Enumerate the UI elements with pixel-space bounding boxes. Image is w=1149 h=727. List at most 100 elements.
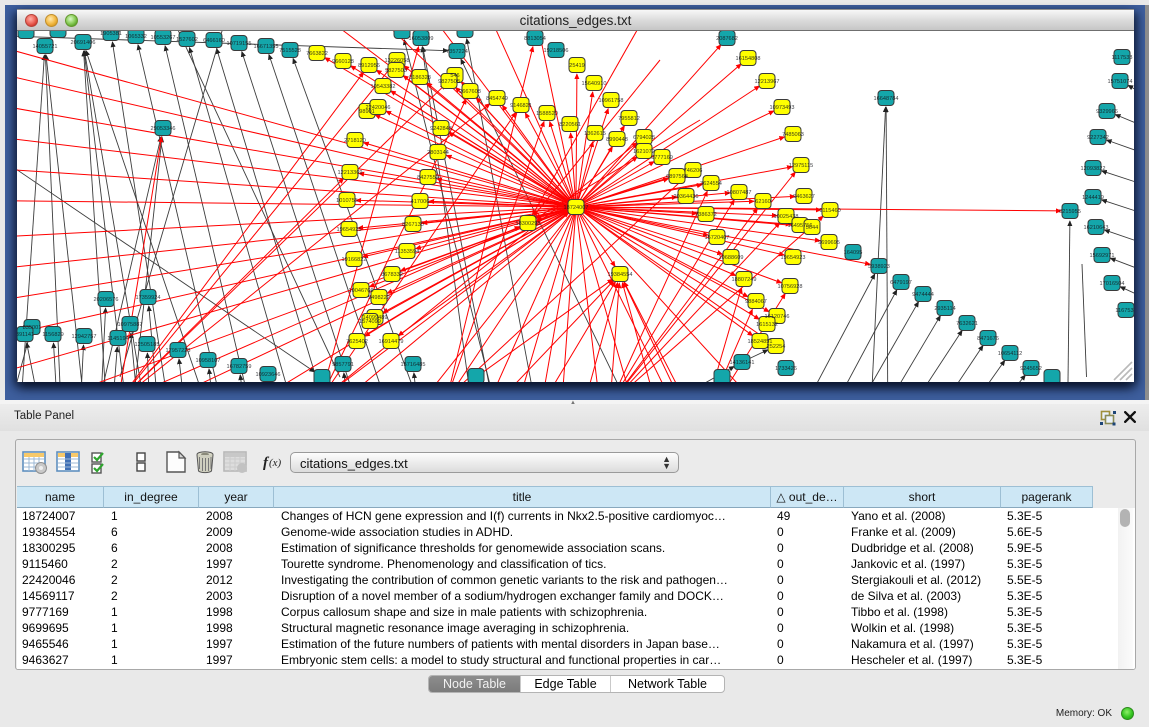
- svg-text:8678332: 8678332: [381, 272, 403, 278]
- svg-text:7485063: 7485063: [782, 132, 804, 138]
- svg-text:6794028: 6794028: [633, 135, 655, 141]
- svg-text:7632621: 7632621: [956, 321, 978, 327]
- svg-text:12213967: 12213967: [755, 79, 780, 85]
- svg-text:(x): (x): [269, 457, 282, 469]
- svg-text:10543382: 10543382: [371, 84, 396, 90]
- svg-text:1905381: 1905381: [100, 31, 122, 37]
- svg-text:10973493: 10973493: [770, 105, 795, 111]
- svg-text:1145194: 1145194: [107, 336, 128, 342]
- svg-text:8215955: 8215955: [1059, 209, 1081, 215]
- svg-text:9474444: 9474444: [912, 292, 934, 298]
- svg-text:18807249: 18807249: [732, 277, 757, 283]
- svg-text:1244419: 1244419: [1082, 195, 1104, 201]
- svg-text:20206576: 20206576: [94, 297, 119, 303]
- svg-text:9115460: 9115460: [819, 208, 840, 214]
- svg-text:8912956: 8912956: [358, 63, 380, 69]
- svg-text:6897568: 6897568: [666, 174, 688, 180]
- svg-text:19654925: 19654925: [337, 227, 362, 233]
- svg-text:17359924: 17359924: [136, 295, 161, 301]
- svg-text:9699695: 9699695: [818, 240, 840, 246]
- svg-text:8813054: 8813054: [524, 36, 546, 42]
- svg-text:3624554: 3624554: [700, 181, 722, 187]
- svg-text:10958107: 10958107: [196, 358, 221, 364]
- svg-text:16648784: 16648784: [874, 96, 899, 102]
- svg-text:9857791: 9857791: [332, 362, 354, 368]
- svg-text:19654923: 19654923: [781, 255, 806, 261]
- svg-text:391141: 391141: [17, 332, 34, 338]
- svg-text:7515528: 7515528: [279, 48, 301, 54]
- svg-text:6479197: 6479197: [890, 280, 912, 286]
- svg-text:1574099: 1574099: [359, 319, 381, 325]
- svg-text:20691406: 20691406: [71, 40, 96, 46]
- svg-text:10688609: 10688609: [719, 255, 744, 261]
- svg-text:9245652: 9245652: [1020, 366, 1042, 372]
- svg-text:1527602: 1527602: [176, 37, 198, 43]
- svg-text:10923646: 10923646: [256, 372, 281, 378]
- svg-text:12093822: 12093822: [1081, 166, 1106, 172]
- svg-text:12213369: 12213369: [338, 170, 363, 176]
- svg-text:10719155: 10719155: [227, 41, 252, 47]
- svg-text:2935114: 2935114: [934, 306, 955, 312]
- svg-text:16914479: 16914479: [379, 339, 404, 345]
- svg-text:10807487: 10807487: [727, 190, 752, 196]
- svg-text:417006: 417006: [411, 199, 430, 205]
- svg-text:15640910: 15640910: [582, 81, 607, 87]
- svg-text:8267130: 8267130: [402, 222, 424, 228]
- svg-text:7955812: 7955812: [618, 116, 640, 122]
- svg-text:19218506: 19218506: [544, 48, 569, 54]
- svg-text:9463627: 9463627: [793, 194, 815, 200]
- svg-text:8220561: 8220561: [559, 122, 581, 128]
- svg-text:16053809: 16053809: [409, 36, 434, 42]
- svg-text:5498222: 5498222: [368, 295, 390, 301]
- svg-text:10975887: 10975887: [118, 322, 143, 328]
- svg-text:9777169: 9777169: [651, 155, 673, 161]
- svg-text:1065332: 1065332: [125, 34, 147, 40]
- svg-text:17016504: 17016504: [1100, 281, 1125, 287]
- svg-text:20364436: 20364436: [674, 194, 699, 200]
- svg-text:252254: 252254: [767, 344, 786, 350]
- svg-text:8427552: 8427552: [417, 175, 439, 181]
- svg-text:2718120: 2718120: [344, 138, 366, 144]
- svg-text:10654112: 10654112: [998, 351, 1022, 357]
- svg-text:19166822: 19166822: [342, 257, 367, 263]
- svg-text:17957223: 17957223: [166, 348, 191, 354]
- svg-text:164095: 164095: [844, 250, 863, 256]
- svg-text:5938923: 5938923: [868, 264, 890, 270]
- svg-text:9827508: 9827508: [438, 79, 460, 85]
- svg-text:15751074: 15751074: [1108, 79, 1133, 85]
- svg-text:12942757: 12942757: [72, 334, 97, 340]
- svg-text:7386372: 7386372: [695, 212, 717, 218]
- svg-text:7663822: 7663822: [306, 51, 328, 57]
- svg-text:9884067: 9884067: [745, 299, 767, 305]
- svg-text:12505185: 12505185: [135, 342, 160, 348]
- svg-text:10961758: 10961758: [599, 98, 624, 104]
- svg-text:2803144: 2803144: [427, 150, 449, 156]
- svg-text:16154808: 16154808: [736, 56, 761, 62]
- svg-text:19384554: 19384554: [608, 272, 633, 278]
- svg-text:1615132: 1615132: [756, 322, 778, 328]
- svg-text:1167533: 1167533: [1115, 308, 1134, 314]
- svg-text:8454749: 8454749: [486, 96, 508, 102]
- svg-text:29053346: 29053346: [151, 126, 176, 132]
- svg-text:18724007: 18724007: [564, 205, 589, 211]
- svg-text:9660128: 9660128: [332, 59, 354, 65]
- svg-text:835001: 835001: [23, 325, 42, 331]
- svg-text:10025438: 10025438: [774, 214, 799, 220]
- svg-text:15692971: 15692971: [1090, 253, 1115, 259]
- svg-text:22420046: 22420046: [366, 105, 391, 111]
- svg-text:16120746: 16120746: [765, 314, 790, 320]
- svg-text:15720407: 15720407: [705, 235, 730, 241]
- svg-text:62160: 62160: [755, 199, 771, 205]
- svg-text:10046766: 10046766: [349, 288, 374, 294]
- svg-text:9227342: 9227342: [1087, 135, 1109, 141]
- svg-text:9329966: 9329966: [1096, 109, 1118, 115]
- svg-text:8186328: 8186328: [409, 75, 431, 81]
- svg-text:16671355: 16671355: [254, 44, 279, 50]
- svg-text:1588520: 1588520: [536, 111, 558, 117]
- svg-text:9827503: 9827503: [385, 68, 407, 74]
- svg-text:1117533: 1117533: [1112, 55, 1133, 61]
- svg-text:12975115: 12975115: [789, 163, 813, 169]
- svg-text:7625402: 7625402: [346, 339, 368, 345]
- svg-text:1010755: 1010755: [336, 198, 358, 204]
- svg-text:16210643: 16210643: [1084, 225, 1109, 231]
